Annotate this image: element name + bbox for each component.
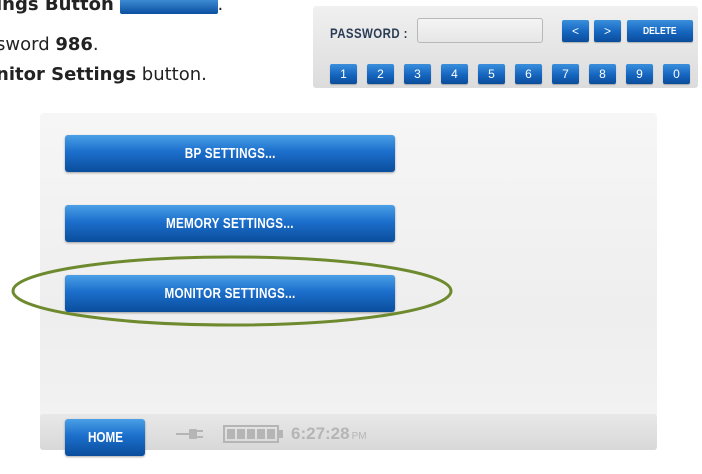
memory-settings-button[interactable]: MEMORY SETTINGS... [65,205,395,242]
keypad-key-2[interactable]: 2 [367,64,394,84]
password-field[interactable] [417,18,543,43]
home-label: HOME [87,429,123,446]
keypad-key-3[interactable]: 3 [404,64,431,84]
instruction-settings-button-text: ings Button [0,0,114,15]
keypad-key-5[interactable]: 5 [478,64,505,84]
battery-full-icon [223,425,283,443]
power-plug-icon [176,429,203,439]
keypad-key-6[interactable]: 6 [515,64,542,84]
keypad-key-1[interactable]: 1 [330,64,357,84]
keypad-key-7[interactable]: 7 [552,64,579,84]
instruction-line-2: sword 986. [0,34,99,55]
delete-button[interactable]: DELETE [627,20,693,42]
home-button[interactable]: HOME [65,419,145,456]
status-bar: HOME 6:27:28 PM [40,414,657,456]
clock-ampm: PM [351,431,367,442]
instruction-monitor-settings-text: nitor Settings [0,64,137,85]
keypad-key-8[interactable]: 8 [589,64,616,84]
clock: 6:27:28 PM [291,424,367,444]
instruction-line-1: ings Button . [0,0,223,15]
password-panel: PASSWORD : < > DELETE 1 2 3 4 5 6 7 8 9 … [313,6,698,88]
highlight-ellipse [11,255,453,327]
cursor-right-button[interactable]: > [594,20,621,42]
bp-settings-button[interactable]: BP SETTINGS... [65,135,395,172]
clock-time: 6:27:28 [291,424,350,443]
bp-settings-label: BP SETTINGS... [184,145,276,162]
password-label: PASSWORD : [330,25,408,41]
keypad-key-4[interactable]: 4 [441,64,468,84]
instruction-line-3: nitor Settings button. [0,64,207,85]
inline-button-image [119,0,218,14]
instruction-password-value: 986 [55,34,93,55]
keypad-key-0[interactable]: 0 [663,64,690,84]
memory-settings-label: MEMORY SETTINGS... [166,215,294,232]
keypad-key-9[interactable]: 9 [626,64,653,84]
cursor-left-button[interactable]: < [562,20,589,42]
